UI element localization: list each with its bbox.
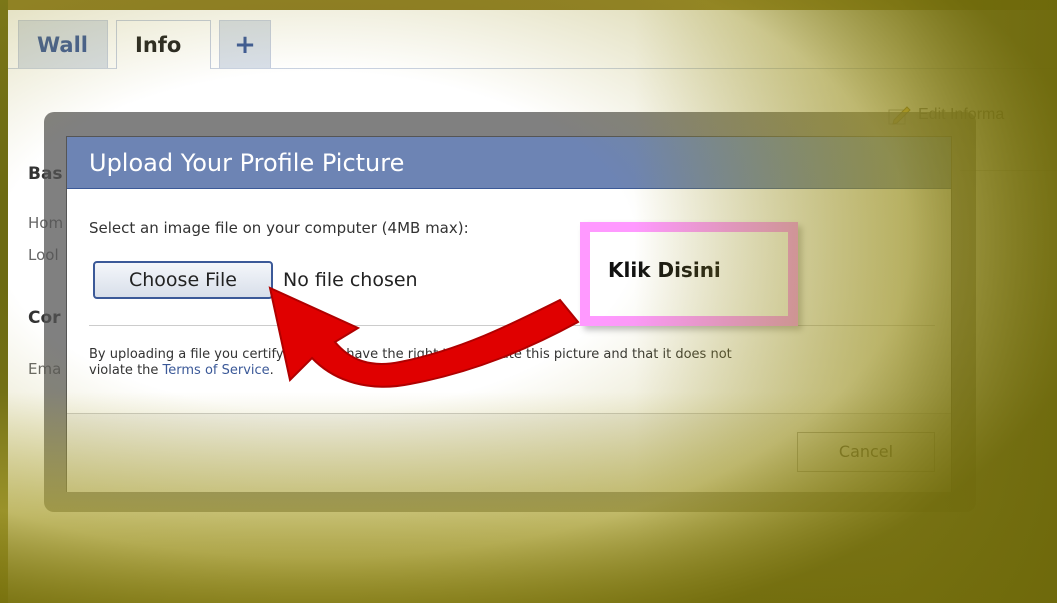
window-border-left [0, 0, 8, 603]
tab-info[interactable]: Info [116, 20, 211, 69]
dialog-title: Upload Your Profile Picture [67, 137, 951, 189]
profile-tab-bar: Wall Info + [8, 10, 1057, 69]
terms-of-service-link[interactable]: Terms of Service [163, 363, 270, 378]
tab-wall[interactable]: Wall [18, 20, 108, 68]
callout-label: Klik Disini [608, 258, 721, 282]
choose-file-button[interactable]: Choose File [93, 261, 273, 299]
terms-note-prefix: violate the [89, 363, 163, 378]
dialog-footer: Cancel [67, 413, 951, 492]
window-border-top [0, 0, 1057, 10]
callout-box: Klik Disini [580, 222, 798, 326]
cancel-button[interactable]: Cancel [797, 432, 935, 472]
red-arrow-icon [268, 286, 580, 388]
add-tab-plus-icon[interactable]: + [219, 20, 271, 68]
screenshot-frame: Wall Info + Edit Informa Bas Hom Lool Co… [0, 0, 1057, 603]
dialog-prompt: Select an image file on your computer (4… [89, 219, 469, 237]
